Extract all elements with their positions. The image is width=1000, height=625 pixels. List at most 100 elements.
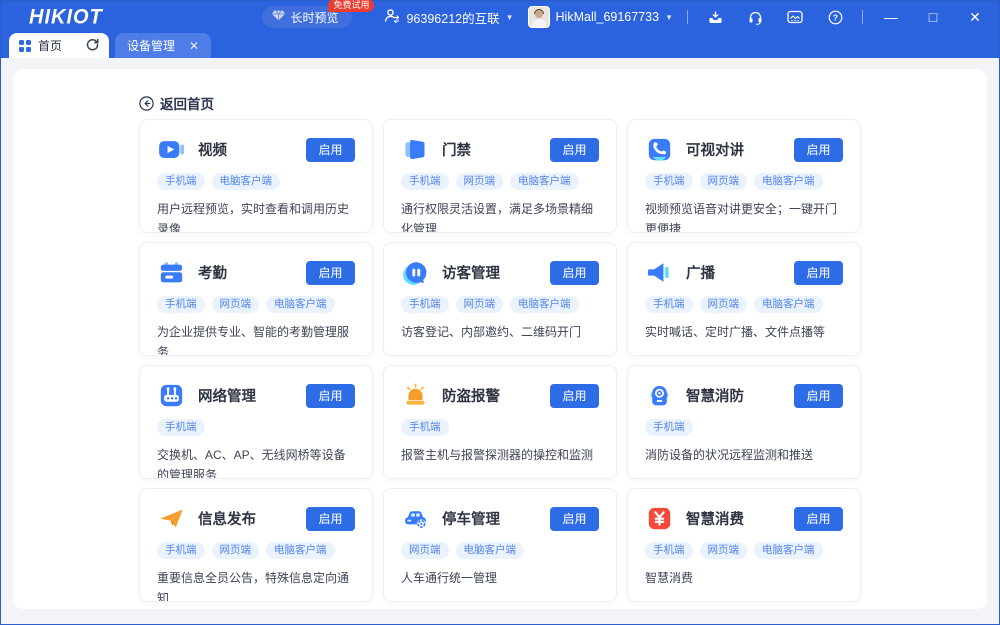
service-card: 门禁 启用 手机端网页端电脑客户端 通行权限灵活设置，满足多场景精细化管理 (383, 119, 617, 233)
refresh-icon[interactable] (86, 38, 99, 54)
tab-device-management[interactable]: 设备管理 ✕ (115, 33, 211, 58)
service-title: 智慧消费 (686, 508, 794, 529)
platform-tag: 手机端 (645, 296, 693, 313)
enable-button[interactable]: 启用 (306, 507, 355, 531)
enable-button[interactable]: 启用 (794, 507, 843, 531)
platform-tags: 手机端网页端电脑客户端 (401, 296, 599, 313)
user-menu[interactable]: HikMall_69167733 ▼ (528, 6, 673, 28)
service-description: 报警主机与报警探测器的操控和监测 (401, 446, 599, 466)
main-content: 返回首页 视频 启用 手机端电脑客户端 用户远程预览，实时查看和调用历史录像 门… (1, 58, 999, 624)
platform-tags: 手机端网页端电脑客户端 (157, 542, 355, 559)
enable-button[interactable]: 启用 (550, 507, 599, 531)
platform-tag: 电脑客户端 (266, 296, 335, 313)
door-icon (401, 135, 430, 164)
platform-tag: 电脑客户端 (456, 542, 525, 559)
screenshot-icon[interactable] (782, 6, 808, 28)
platform-tag: 电脑客户端 (212, 173, 281, 190)
enable-button[interactable]: 启用 (794, 261, 843, 285)
platform-tag: 电脑客户端 (266, 542, 335, 559)
maximize-button[interactable]: □ (919, 6, 947, 28)
service-description: 重要信息全员公告，特殊信息定向通知 (157, 569, 355, 602)
platform-tag: 手机端 (157, 419, 205, 436)
org-name: 96396212的互联 (406, 8, 499, 27)
back-to-home-link[interactable]: 返回首页 (139, 93, 214, 113)
tab-device-label: 设备管理 (127, 37, 189, 54)
service-description: 视频预览语音对讲更安全；一键开门更便捷 (645, 200, 843, 233)
download-icon[interactable] (702, 6, 728, 28)
home-grid-icon (19, 40, 31, 52)
platform-tags: 手机端网页端电脑客户端 (645, 296, 843, 313)
enable-button[interactable]: 启用 (550, 384, 599, 408)
enable-button[interactable]: 启用 (550, 261, 599, 285)
service-description: 人车通行统一管理 (401, 569, 599, 589)
attendance-icon (157, 258, 186, 287)
platform-tag: 电脑客户端 (754, 542, 823, 559)
platform-tag: 网页端 (212, 296, 260, 313)
platform-tags: 手机端网页端电脑客户端 (157, 296, 355, 313)
service-card: 智慧消费 启用 手机端网页端电脑客户端 智慧消费 (627, 488, 861, 602)
platform-tags: 网页端电脑客户端 (401, 542, 599, 559)
fire-icon (645, 381, 674, 410)
service-description: 实时喊话、定时广播、文件点播等 (645, 323, 843, 343)
close-button[interactable]: ✕ (961, 6, 989, 28)
enable-button[interactable]: 启用 (794, 384, 843, 408)
title-bar: HIKIOT 长时预览 免费试用 96396212的互联 ▼ HikMall_6… (1, 1, 999, 33)
platform-tags: 手机端 (645, 419, 843, 436)
service-title: 考勤 (198, 262, 306, 283)
service-title: 可视对讲 (686, 139, 794, 160)
service-card: 访客管理 启用 手机端网页端电脑客户端 访客登记、内部邀约、二维码开门 (383, 242, 617, 356)
minimize-button[interactable]: — (877, 6, 905, 28)
service-description: 智慧消费 (645, 569, 843, 589)
service-description: 用户远程预览，实时查看和调用历史录像 (157, 200, 355, 233)
service-description: 消防设备的状况远程监测和推送 (645, 446, 843, 466)
platform-tags: 手机端网页端电脑客户端 (645, 173, 843, 190)
service-title: 访客管理 (442, 262, 550, 283)
enable-button[interactable]: 启用 (306, 261, 355, 285)
service-card: 广播 启用 手机端网页端电脑客户端 实时喊话、定时广播、文件点播等 (627, 242, 861, 356)
platform-tags: 手机端 (157, 419, 355, 436)
enable-button[interactable]: 启用 (794, 138, 843, 162)
help-icon[interactable]: ? (822, 6, 848, 28)
svg-text:?: ? (832, 12, 837, 22)
platform-tag: 手机端 (401, 173, 449, 190)
network-icon (157, 381, 186, 410)
service-title: 防盗报警 (442, 385, 550, 406)
service-cards-grid: 视频 启用 手机端电脑客户端 用户远程预览，实时查看和调用历史录像 门禁 启用 … (139, 119, 861, 602)
app-logo: HIKIOT (29, 5, 103, 29)
services-panel: 返回首页 视频 启用 手机端电脑客户端 用户远程预览，实时查看和调用历史录像 门… (13, 69, 987, 609)
platform-tag: 网页端 (456, 296, 504, 313)
platform-tag: 手机端 (157, 173, 205, 190)
tab-close-icon[interactable]: ✕ (189, 39, 199, 53)
visitor-icon (401, 258, 430, 287)
platform-tag: 手机端 (645, 173, 693, 190)
tab-home[interactable]: 首页 (9, 33, 109, 58)
org-switcher[interactable]: 96396212的互联 ▼ (384, 8, 513, 27)
switch-account-icon (384, 8, 400, 26)
gem-icon (272, 10, 285, 24)
platform-tag: 手机端 (401, 296, 449, 313)
enable-button[interactable]: 启用 (550, 138, 599, 162)
enable-button[interactable]: 启用 (306, 138, 355, 162)
consume-icon (645, 504, 674, 533)
app-window: HIKIOT 长时预览 免费试用 96396212的互联 ▼ HikMall_6… (0, 0, 1000, 625)
platform-tags: 手机端网页端电脑客户端 (645, 542, 843, 559)
service-title: 广播 (686, 262, 794, 283)
free-trial-badge: 免费试用 (328, 0, 374, 12)
long-preview-button[interactable]: 长时预览 免费试用 (262, 6, 352, 28)
service-card: 智慧消防 启用 手机端 消防设备的状况远程监测和推送 (627, 365, 861, 479)
platform-tag: 网页端 (700, 542, 748, 559)
headset-icon[interactable] (742, 6, 768, 28)
username: HikMall_69167733 (556, 10, 660, 24)
service-title: 信息发布 (198, 508, 306, 529)
service-title: 网络管理 (198, 385, 306, 406)
intercom-icon (645, 135, 674, 164)
platform-tag: 手机端 (401, 419, 449, 436)
service-title: 视频 (198, 139, 306, 160)
avatar (528, 6, 550, 28)
tab-home-label: 首页 (38, 37, 86, 54)
platform-tags: 手机端 (401, 419, 599, 436)
platform-tag: 网页端 (456, 173, 504, 190)
platform-tags: 手机端电脑客户端 (157, 173, 355, 190)
platform-tag: 手机端 (157, 542, 205, 559)
enable-button[interactable]: 启用 (306, 384, 355, 408)
